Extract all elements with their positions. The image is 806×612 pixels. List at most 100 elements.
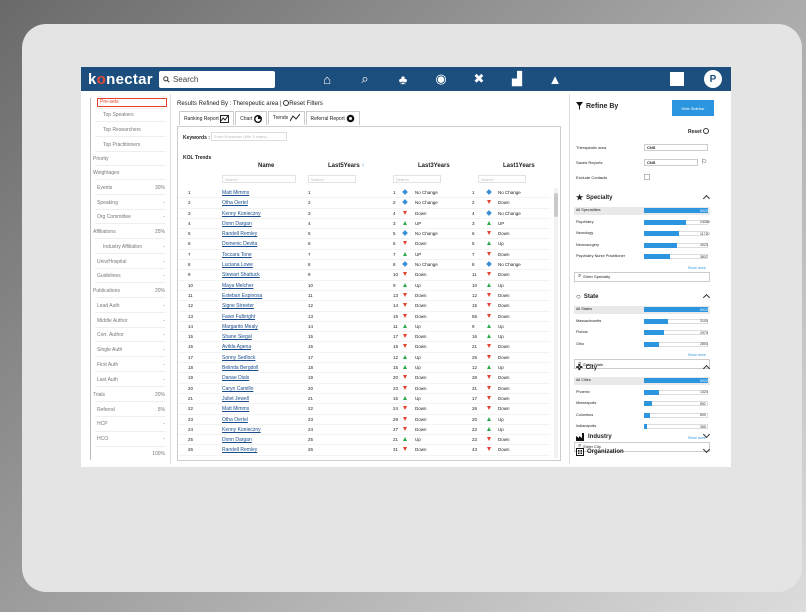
sidebar-item[interactable]: Priority bbox=[93, 155, 167, 163]
search-last3-input[interactable]: Search bbox=[393, 175, 441, 183]
kol-name-link[interactable]: Juliet Jewell bbox=[222, 396, 249, 402]
konectar-logo[interactable]: konectar bbox=[88, 71, 153, 88]
search-last5-input[interactable]: Search bbox=[308, 175, 356, 183]
sidebar-item[interactable]: Univ/Hospital - bbox=[97, 258, 167, 266]
sidebar-item[interactable]: Industry Affiliation - bbox=[103, 243, 167, 251]
hide-sidebar-button[interactable]: Hide Sidebar bbox=[672, 100, 714, 116]
tab-chart[interactable]: Chart bbox=[235, 111, 267, 125]
kol-name-link[interactable]: Randell Remley bbox=[222, 231, 257, 237]
sidebar-item[interactable]: Single Auth - bbox=[97, 346, 167, 354]
sidebar-item[interactable]: Middle Author - bbox=[97, 317, 167, 325]
search-user-icon[interactable]: ⌕ bbox=[346, 70, 384, 88]
specialty-show-more-link[interactable]: Show more bbox=[688, 266, 706, 270]
avatar[interactable]: P bbox=[704, 70, 722, 88]
sidebar-item[interactable]: First Auth - bbox=[97, 361, 167, 369]
city-option-label[interactable]: Indianapolis bbox=[576, 424, 596, 428]
table-row[interactable]: 8 Luciana Lowe 8 8 No Change 8 No Change bbox=[178, 260, 550, 271]
kol-name-link[interactable]: Matt Mimms bbox=[222, 190, 249, 196]
sidebar-item[interactable]: Events 30% bbox=[97, 184, 167, 192]
sidebar-item[interactable]: Lead Auth - bbox=[97, 302, 167, 310]
kol-name-link[interactable]: Luciana Lowe bbox=[222, 262, 253, 268]
sidebar-item[interactable]: Top Practitioners bbox=[103, 141, 167, 149]
kol-name-link[interactable]: Maya Melcher bbox=[222, 283, 253, 289]
tab-trends[interactable]: Trends bbox=[267, 111, 305, 125]
table-row[interactable]: 2 Otha Oertel 2 2 No Change 2 Down bbox=[178, 198, 550, 209]
sidebar-item[interactable]: Affiliations 25% bbox=[93, 228, 167, 236]
city-option-label[interactable]: Phoenix bbox=[576, 390, 590, 394]
table-scrollbar-track[interactable] bbox=[554, 188, 558, 458]
state-show-more-link[interactable]: Show more bbox=[688, 353, 706, 357]
table-row[interactable]: 19 Danae Dials 19 20 Down 28 Down bbox=[178, 373, 550, 384]
table-row[interactable]: 12 Signe Streeter 12 14 Down 15 Down bbox=[178, 301, 550, 312]
table-row[interactable]: 24 Kenny Konieczny 24 27 Down 22 Up bbox=[178, 425, 550, 436]
sidebar-item[interactable]: Last Auth - bbox=[97, 376, 167, 384]
sidebar-item[interactable]: Top Speakers bbox=[103, 111, 167, 119]
table-row[interactable]: 14 Margarito Mealy 14 11 Up 9 Up bbox=[178, 322, 550, 333]
state-option-label[interactable]: Massachusetts bbox=[576, 319, 601, 323]
state-chevron-up-icon[interactable] bbox=[702, 293, 711, 302]
industry-section-header[interactable]: Industry bbox=[576, 433, 612, 441]
network-icon[interactable]: ◉ bbox=[422, 70, 460, 88]
organization-section-header[interactable]: Organization bbox=[576, 448, 624, 456]
sidebar-item[interactable]: Guidelines - bbox=[97, 272, 167, 280]
table-row[interactable]: 20 Caryn Camillo 20 23 Down 31 Down bbox=[178, 384, 550, 394]
kol-name-link[interactable]: Belinda Bergdoll bbox=[222, 365, 258, 371]
table-row[interactable]: 17 Sonny Sedlock 17 12 Up 25 Down bbox=[178, 353, 550, 364]
saved-reports-select[interactable]: CNS bbox=[644, 159, 698, 166]
tab-referral-report[interactable]: Referral Report bbox=[305, 111, 361, 125]
kol-name-link[interactable]: Fawn Fulbright bbox=[222, 314, 255, 320]
kol-name-link[interactable]: Esteban Espinosa bbox=[222, 293, 262, 299]
bell-icon[interactable]: ▲ bbox=[536, 70, 574, 88]
specialty-section-header[interactable]: ★ Specialty bbox=[576, 193, 613, 202]
kol-name-link[interactable]: Domenic Devita bbox=[222, 241, 257, 247]
table-row[interactable]: 10 Maya Melcher 10 9 Up 10 Up bbox=[178, 281, 550, 291]
exclude-contacts-checkbox[interactable] bbox=[644, 174, 650, 180]
reset-filters-link[interactable]: Reset Filters bbox=[289, 101, 323, 107]
kol-name-link[interactable]: Donn Dargan bbox=[222, 437, 252, 443]
specialty-option-label[interactable]: Psychiatry bbox=[576, 220, 594, 224]
city-option-label[interactable]: Minneapolis bbox=[576, 401, 596, 405]
table-row[interactable]: 11 Esteban Espinosa 11 13 Down 12 Down bbox=[178, 291, 550, 302]
specialty-option-label[interactable]: All Specialities bbox=[576, 208, 600, 212]
column-header-last1years[interactable]: Last1Years bbox=[503, 163, 535, 169]
sidebar-item[interactable]: 100% bbox=[147, 450, 167, 458]
state-section-header[interactable]: ○ State bbox=[576, 292, 599, 301]
table-row[interactable]: 25 Donn Dargan 25 21 Up 23 Down bbox=[178, 435, 550, 446]
chart-icon[interactable]: ▟ bbox=[498, 70, 536, 88]
city-option-label[interactable]: Columbus bbox=[576, 413, 593, 417]
kol-name-link[interactable]: Shane Siegal bbox=[222, 334, 252, 340]
table-row[interactable]: 5 Randell Remley 5 5 No Change 6 Down bbox=[178, 229, 550, 240]
sidebar-item[interactable]: Trials 20% bbox=[93, 391, 167, 399]
specialty-option-label[interactable]: Psychiatry Nurse Practitioner bbox=[576, 254, 625, 258]
search-last1-input[interactable]: Search bbox=[478, 175, 526, 183]
home-icon[interactable]: ⌂ bbox=[308, 70, 346, 88]
table-scrollbar-thumb[interactable] bbox=[554, 193, 558, 217]
table-row[interactable]: 9 Stewart Shattuck 9 10 Down 11 Down bbox=[178, 270, 550, 281]
panel-toggle-button[interactable] bbox=[670, 72, 684, 86]
kol-name-link[interactable]: Danae Dials bbox=[222, 375, 249, 381]
kol-name-link[interactable]: Matt Mimms bbox=[222, 406, 249, 412]
kol-name-link[interactable]: Toccara Tone bbox=[222, 252, 252, 258]
search-input[interactable]: Search bbox=[158, 70, 275, 88]
column-header-name[interactable]: Name bbox=[258, 163, 274, 169]
sidebar-item[interactable]: Org Committee - bbox=[97, 213, 167, 221]
table-row[interactable]: 4 Donn Dargan 4 3 UP 3 UP bbox=[178, 219, 550, 230]
sidebar-item[interactable]: Pre-sets bbox=[97, 97, 167, 107]
city-show-more-link[interactable]: Show more bbox=[688, 436, 706, 440]
city-section-header[interactable]: ✜ City bbox=[576, 363, 597, 372]
sidebar-item[interactable]: Publications 20% bbox=[93, 287, 167, 295]
column-header-last3years[interactable]: Last3Years bbox=[418, 163, 450, 169]
table-row[interactable]: 1 Matt Mimms 1 1 No Change 1 No Change bbox=[178, 188, 550, 199]
table-row[interactable]: 13 Fawn Fulbright 13 19 Down 56 Down bbox=[178, 312, 550, 322]
sidebar-item[interactable]: HCO - bbox=[97, 435, 167, 443]
table-row[interactable]: 3 Kenny Konieczny 3 4 Down 4 No Change bbox=[178, 209, 550, 219]
sidebar-item[interactable]: Speaking - bbox=[97, 199, 167, 207]
keywords-input[interactable]: Enter Keywords (Min 3 chars) bbox=[211, 132, 287, 141]
table-row[interactable]: 22 Matt Mimms 22 24 Down 26 Down bbox=[178, 404, 550, 415]
table-row[interactable]: 18 Belinda Bergdoll 18 15 Up 12 Up bbox=[178, 363, 550, 374]
column-header-last5years[interactable]: Last5Years ↑ bbox=[328, 163, 364, 169]
table-row[interactable]: 6 Domenic Devita 6 6 Down 5 Up bbox=[178, 239, 550, 250]
state-option-label[interactable]: Ohio bbox=[576, 342, 584, 346]
specialty-chevron-up-icon[interactable] bbox=[702, 194, 711, 203]
kol-name-link[interactable]: Margarito Mealy bbox=[222, 324, 258, 330]
